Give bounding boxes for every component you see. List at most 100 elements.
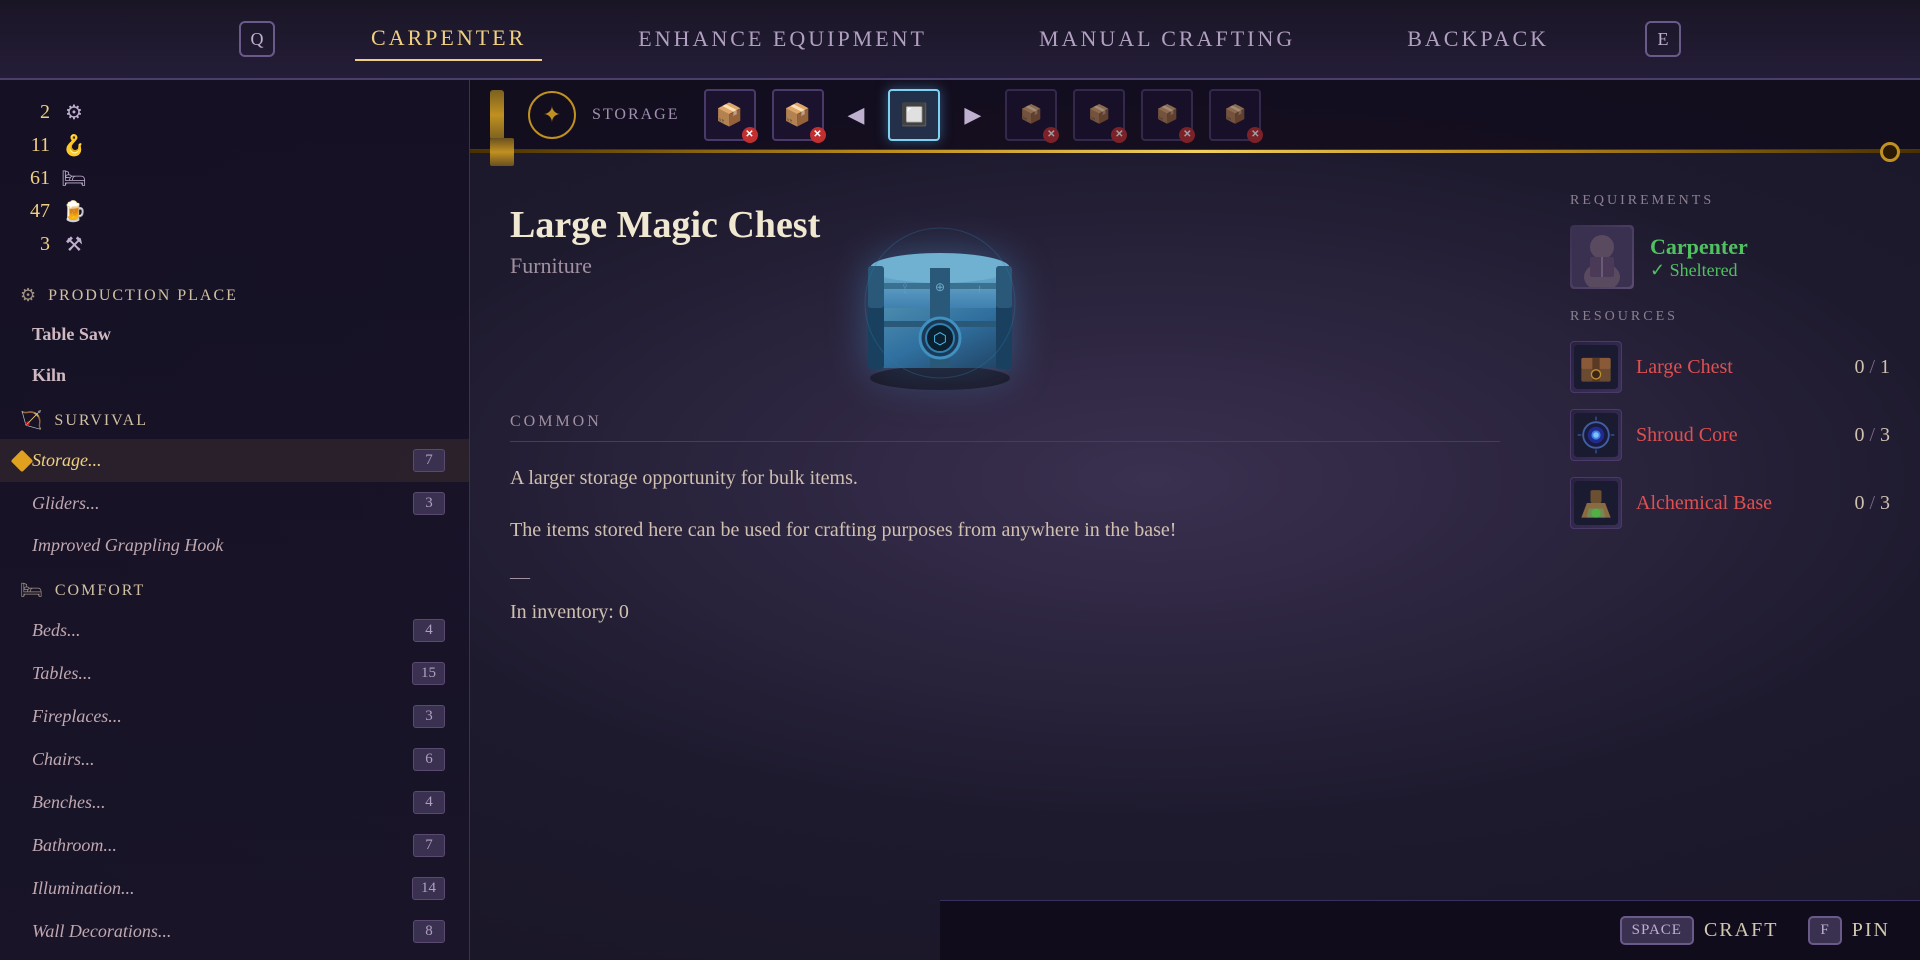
section-survival: 🏹 SURVIVAL	[0, 402, 469, 439]
character-avatar	[1570, 225, 1634, 289]
section-survival-label: SURVIVAL	[54, 412, 148, 430]
resource-row-large-chest: Large Chest 0 / 1	[1570, 341, 1890, 393]
craft-key: SPACE	[1620, 916, 1694, 945]
tables-badge: 15	[412, 662, 445, 685]
resource-name-alchemical-base: Alchemical Base	[1636, 492, 1840, 515]
character-name: Carpenter	[1650, 234, 1748, 260]
stat-row-beds: 61 🛏	[20, 166, 449, 191]
resource-count-alchemical-base: 0 / 3	[1854, 492, 1890, 515]
slot-5-icon: 📦	[1088, 104, 1110, 125]
illumination-label: Illumination...	[32, 878, 135, 899]
nav-key-right[interactable]: E	[1645, 21, 1681, 57]
chairs-label: Chairs...	[32, 749, 95, 770]
survival-icon: 🏹	[20, 410, 44, 431]
slot-1-x: ✕	[742, 127, 758, 143]
sidebar-item-storage[interactable]: Storage... 7	[0, 439, 469, 482]
svg-text:⟞: ⟞	[969, 282, 981, 297]
sidebar-item-bathroom[interactable]: Bathroom... 7	[0, 824, 469, 867]
inventory-count: 0	[619, 601, 629, 623]
item-description-1: A larger storage opportunity for bulk it…	[510, 462, 1500, 494]
resource-name-large-chest: Large Chest	[1636, 356, 1840, 379]
crafting-icon: ⚒	[60, 232, 88, 257]
chest-svg: ⬡ ⟟ ⊕ ⟞	[850, 213, 1030, 393]
sidebar-item-table-saw[interactable]: Table Saw	[0, 314, 469, 355]
sidebar-item-gliders[interactable]: Gliders... 3	[0, 482, 469, 525]
bathroom-label: Bathroom...	[32, 835, 117, 856]
storage-bar: ✦ STORAGE 📦 ✕ 📦 ✕ ◀ 🔲 ▶ 📦 ✕ 📦 ✕	[470, 80, 1920, 150]
stat-row-workbenches: 2 ⚙	[20, 100, 449, 125]
main-content: ✦ STORAGE 📦 ✕ 📦 ✕ ◀ 🔲 ▶ 📦 ✕ 📦 ✕	[470, 80, 1920, 960]
sidebar-item-fireplaces[interactable]: Fireplaces... 3	[0, 695, 469, 738]
item-detail-panel: Large Magic Chest Furniture	[470, 173, 1540, 823]
slot-6-icon: 📦	[1156, 104, 1178, 125]
sidebar-item-chairs[interactable]: Chairs... 6	[0, 738, 469, 781]
hook-icon: 🪝	[60, 133, 88, 158]
item-image: ⬡ ⟟ ⊕ ⟞	[840, 203, 1040, 403]
stat-num-crafting: 3	[20, 233, 50, 256]
resource-row-shroud-core: Shroud Core 0 / 3	[1570, 409, 1890, 461]
storage-slot-2[interactable]: 📦 ✕	[772, 89, 824, 141]
character-info: Carpenter ✓ Sheltered	[1650, 234, 1748, 281]
wall-decorations-label: Wall Decorations...	[32, 921, 171, 942]
slot-4-icon: 📦	[1020, 104, 1042, 125]
tables-label: Tables...	[32, 663, 92, 684]
resource-icon-alchemical-base	[1570, 477, 1622, 529]
sidebar-item-illumination[interactable]: Illumination... 14	[0, 867, 469, 910]
craft-label: Craft	[1704, 919, 1778, 942]
tab-manual-crafting[interactable]: MANUAL CRAFTING	[1023, 18, 1311, 60]
stat-num-workbenches: 2	[20, 101, 50, 124]
storage-slot-5[interactable]: 📦 ✕	[1073, 89, 1125, 141]
item-text-info: Large Magic Chest Furniture	[510, 203, 820, 299]
stat-row-comfort: 47 🍺	[20, 199, 449, 224]
sidebar-item-benches[interactable]: Benches... 4	[0, 781, 469, 824]
benches-badge: 4	[413, 791, 445, 814]
item-rarity: COMMON	[510, 413, 1500, 431]
tab-carpenter[interactable]: CARPENTER	[355, 17, 542, 61]
section-comfort-label: COMFORT	[55, 582, 145, 600]
stat-num-hooks: 11	[20, 134, 50, 157]
requirements-title: REQUIREMENTS	[1570, 193, 1890, 209]
sidebar-item-tables[interactable]: Tables... 15	[0, 652, 469, 695]
sidebar-stats: 2 ⚙ 11 🪝 61 🛏 47 🍺 3 ⚒	[0, 90, 469, 267]
storage-slot-3-active[interactable]: 🔲	[888, 89, 940, 141]
slot-7-icon: 📦	[1224, 104, 1246, 125]
section-production-place: ⚙ PRODUCTION PLACE	[0, 277, 469, 314]
grappling-hook-label: Improved Grappling Hook	[32, 535, 223, 556]
pin-label: Pin	[1852, 919, 1890, 942]
bed-icon: 🛏	[60, 166, 88, 191]
resource-icon-large-chest	[1570, 341, 1622, 393]
storage-slot-1[interactable]: 📦 ✕	[704, 89, 756, 141]
stat-row-hooks: 11 🪝	[20, 133, 449, 158]
item-description-2: The items stored here can be used for cr…	[510, 514, 1500, 546]
slot-3-icon: 🔲	[901, 102, 928, 128]
slot-5-x: ✕	[1111, 127, 1127, 143]
character-req: ✓ Sheltered	[1650, 260, 1748, 281]
character-requirement: Carpenter ✓ Sheltered	[1570, 225, 1890, 289]
resource-count-shroud-core: 0 / 3	[1854, 424, 1890, 447]
craft-action[interactable]: SPACE Craft	[1620, 916, 1779, 945]
storage-nav-right[interactable]: ▶	[956, 98, 989, 132]
stat-num-beds: 61	[20, 167, 50, 190]
wall-decorations-badge: 8	[413, 920, 445, 943]
svg-text:⟟: ⟟	[903, 282, 908, 297]
item-inventory: In inventory: 0	[510, 601, 1500, 624]
sidebar-item-kiln[interactable]: Kiln	[0, 355, 469, 396]
storage-nav-left[interactable]: ◀	[840, 98, 873, 132]
workbench-icon: ⚙	[60, 100, 88, 125]
storage-slot-6[interactable]: 📦 ✕	[1141, 89, 1193, 141]
pin-action[interactable]: F Pin	[1808, 916, 1890, 945]
storage-slot-4[interactable]: 📦 ✕	[1005, 89, 1057, 141]
left-ornament	[490, 90, 504, 140]
stat-num-comfort: 47	[20, 200, 50, 223]
sidebar-item-wall-decorations[interactable]: Wall Decorations... 8	[0, 910, 469, 953]
chairs-badge: 6	[413, 748, 445, 771]
gold-separator	[470, 150, 1920, 153]
tab-enhance-equipment[interactable]: ENHANCE EQUIPMENT	[622, 18, 943, 60]
nav-key-left[interactable]: Q	[239, 21, 275, 57]
slot-2-icon: 📦	[784, 102, 811, 128]
sidebar-item-grappling-hook[interactable]: Improved Grappling Hook	[0, 525, 469, 566]
tab-backpack[interactable]: BACKPACK	[1391, 18, 1565, 60]
storage-slot-7[interactable]: 📦 ✕	[1209, 89, 1261, 141]
resources-title: RESOURCES	[1570, 309, 1890, 325]
sidebar-item-beds[interactable]: Beds... 4	[0, 609, 469, 652]
